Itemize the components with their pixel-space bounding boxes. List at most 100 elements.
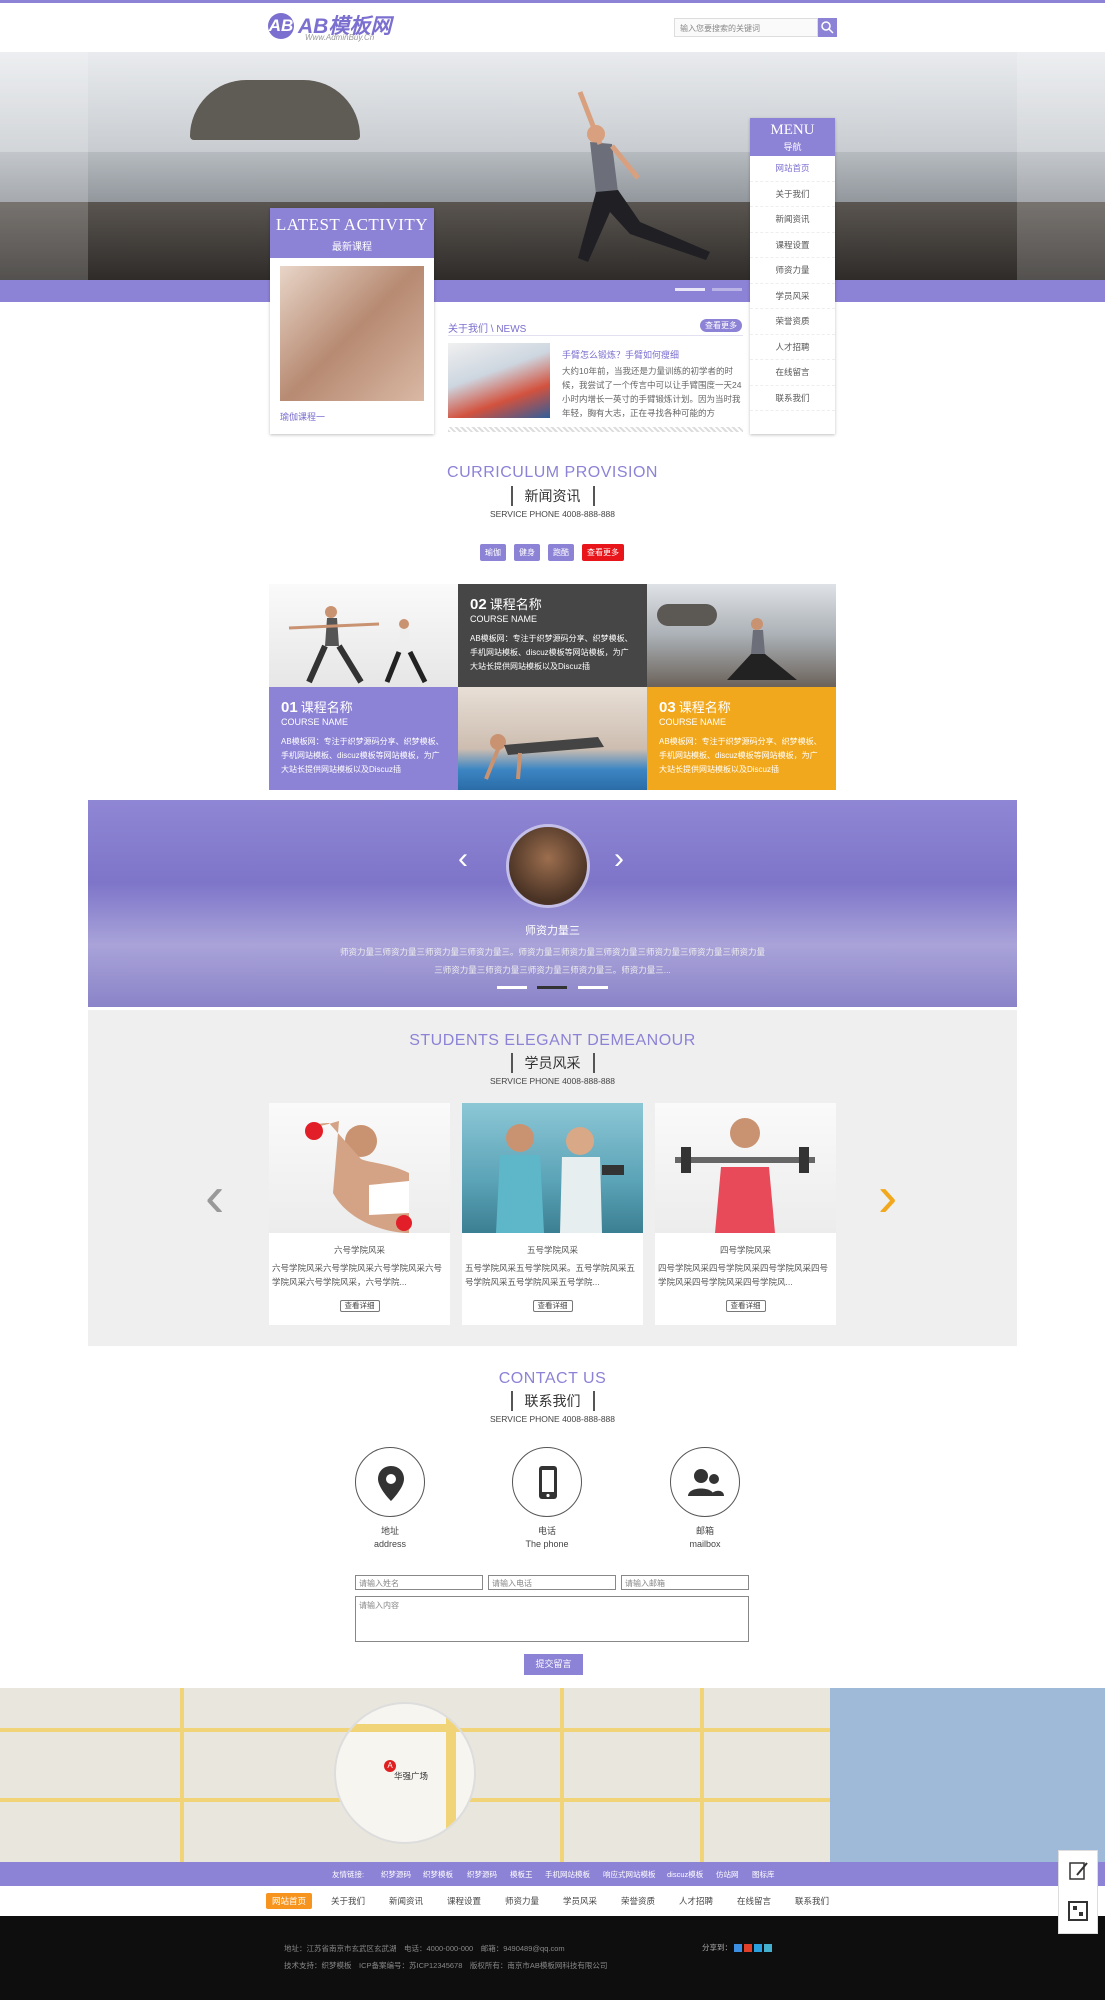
search-input[interactable]: 输入您要搜索的关键词 [674, 18, 818, 37]
tag-yoga[interactable]: 瑜伽 [480, 544, 506, 561]
footer-nav-home[interactable]: 网站首页 [266, 1893, 313, 1909]
friend-link[interactable]: 织梦源码 [467, 1869, 497, 1880]
friend-link[interactable]: 响应式网站模板 [603, 1869, 656, 1880]
latest-activity-panel: LATEST ACTIVITY 最新课程 瑜伽课程一 [270, 208, 434, 434]
friend-link[interactable]: 仿站网 [716, 1869, 739, 1880]
teacher-prev-arrow[interactable]: ‹ [458, 842, 468, 876]
friend-link[interactable]: 织梦源码 [381, 1869, 411, 1880]
students-title-cn: 学员风采 [0, 1053, 1105, 1073]
menu-item-honors[interactable]: 荣誉资质 [750, 309, 835, 335]
news-more-button[interactable]: 查看更多 [700, 319, 742, 332]
course-image-2[interactable] [458, 687, 647, 790]
tag-list: 瑜伽 健身 跑酷 查看更多 [480, 544, 632, 561]
news-headline[interactable]: 手臂怎么锻炼？手臂如何瘦细 [562, 348, 679, 361]
menu-item-students[interactable]: 学员风采 [750, 284, 835, 309]
share-icon[interactable] [754, 1944, 763, 1953]
latest-caption[interactable]: 瑜伽课程一 [280, 410, 325, 423]
news-image[interactable] [448, 343, 550, 418]
students-title-en: STUDENTS ELEGANT DEMEANOUR [409, 1032, 696, 1049]
contact-mail-label: 邮箱 mailbox [689, 1526, 721, 1549]
news-body: 大约10年前，当我还是力量训练的初学者的时候，我尝试了一个传言中可以让手臂围度一… [562, 366, 742, 418]
teacher-next-arrow[interactable]: › [614, 842, 624, 876]
teacher-description: 师资力量三师资力量三师资力量三师资力量三。师资力量三师资力量三师资力量三师资力量… [340, 947, 766, 975]
view-detail-button[interactable]: 查看详细 [339, 1300, 380, 1312]
friend-link[interactable]: 图标库 [752, 1869, 775, 1880]
slide-dot-1[interactable] [675, 288, 705, 291]
curriculum-title-en: CURRICULUM PROVISION [447, 464, 658, 481]
latest-title-en: LATEST ACTIVITY [275, 215, 429, 234]
footer-nav-about[interactable]: 关于我们 [325, 1893, 371, 1909]
course-card-2[interactable]: 02 课程名称 COURSE NAME AB模板网：专注于织梦源码分享、织梦模板… [458, 584, 647, 687]
menu-title-cn: 导航 [783, 142, 802, 152]
footer-nav-students[interactable]: 学员风采 [557, 1893, 603, 1909]
phone-input[interactable]: 请输入电话 [488, 1575, 616, 1590]
view-detail-button[interactable]: 查看详细 [532, 1300, 573, 1312]
footer-nav-message[interactable]: 在线留言 [731, 1893, 777, 1909]
share-icon[interactable] [744, 1944, 753, 1953]
students-prev-arrow[interactable]: ‹ [205, 1168, 224, 1226]
footer-nav-courses[interactable]: 课程设置 [441, 1893, 487, 1909]
student-card-4[interactable]: 四号学院风采 四号学院风采四号学院风采四号学院风采四号学院风采四号学院风采四号学… [655, 1103, 836, 1325]
latest-activity-image[interactable] [280, 266, 424, 401]
teacher-name: 师资力量三 [525, 925, 580, 937]
footer-nav-news[interactable]: 新闻资讯 [383, 1893, 429, 1909]
teacher-dot-2[interactable] [537, 986, 567, 989]
teacher-dot-1[interactable] [497, 986, 527, 989]
friend-link[interactable]: 手机网站模板 [545, 1869, 590, 1880]
submit-button[interactable]: 提交留言 [524, 1654, 583, 1675]
student-card-5[interactable]: 五号学院风采 五号学院风采五号学院风采。五号学院风采五号学院风采五号学院风采五号… [462, 1103, 643, 1325]
island-image [190, 80, 360, 140]
view-detail-button[interactable]: 查看详细 [725, 1300, 766, 1312]
slide-dot-2[interactable] [712, 288, 742, 291]
footer-nav [0, 1886, 1105, 1916]
hero-strip [0, 280, 1105, 302]
course-card-1[interactable]: 01 课程名称 COURSE NAME AB模板网：专注于织梦源码分享、织梦模板… [269, 687, 458, 790]
share-icon[interactable] [734, 1944, 743, 1953]
footer-nav-jobs[interactable]: 人才招聘 [673, 1893, 719, 1909]
friend-link[interactable]: discuz模板 [667, 1869, 703, 1880]
message-textarea[interactable]: 请输入内容 [355, 1596, 749, 1642]
footer-nav-contact[interactable]: 联系我们 [789, 1893, 835, 1909]
map-focus-circle[interactable]: A 华强广场 [334, 1702, 476, 1844]
tag-parkour[interactable]: 跑酷 [548, 544, 574, 561]
menu-item-courses[interactable]: 课程设置 [750, 233, 835, 258]
friend-link[interactable]: 模板王 [510, 1869, 533, 1880]
share-icon[interactable] [764, 1944, 773, 1953]
name-input[interactable]: 请输入姓名 [355, 1575, 483, 1590]
tag-more[interactable]: 查看更多 [582, 544, 624, 561]
footer-address: 地址：江苏省南京市玄武区玄武湖 电话：4000-000-000 邮箱：94904… [284, 1944, 565, 1953]
logo-icon[interactable]: AB [268, 13, 294, 39]
edit-icon[interactable] [1059, 1851, 1097, 1891]
email-input[interactable]: 请输入邮箱 [621, 1575, 749, 1590]
teacher-dot-3[interactable] [578, 986, 608, 989]
menu-item-about[interactable]: 关于我们 [750, 182, 835, 207]
student-image [462, 1103, 643, 1233]
curriculum-phone: SERVICE PHONE 4008-888-888 [489, 509, 616, 519]
teacher-avatar[interactable] [506, 824, 590, 908]
qrcode-icon[interactable] [1059, 1894, 1097, 1934]
contact-title-en: CONTACT US [498, 1370, 607, 1387]
menu-item-news[interactable]: 新闻资讯 [750, 207, 835, 233]
menu-item-home[interactable]: 网站首页 [750, 156, 835, 182]
menu-item-teachers[interactable]: 师资力量 [750, 258, 835, 284]
menu-item-message[interactable]: 在线留言 [750, 360, 835, 386]
top-header [0, 0, 1105, 52]
student-card-6[interactable]: 六号学院风采 六号学院风采六号学院风采六号学院风采六号学院风采六号学院风采，六号… [269, 1103, 450, 1325]
course-image-3[interactable] [647, 584, 836, 687]
search-button[interactable] [818, 18, 837, 37]
footer-nav-honors[interactable]: 荣誉资质 [615, 1893, 661, 1909]
students-phone: SERVICE PHONE 4008-888-888 [489, 1076, 616, 1086]
course-card-3[interactable]: 03 课程名称 COURSE NAME AB模板网：专注于织梦源码分享、织梦模板… [647, 687, 836, 790]
logo-subtitle: Www.AdminBuy.Cn [305, 33, 375, 42]
course-image-1[interactable] [269, 584, 458, 687]
contact-address-label: 地址 address [373, 1526, 407, 1549]
share-bar: 分享到： [702, 1942, 773, 1953]
menu-item-contact[interactable]: 联系我们 [750, 386, 835, 411]
tag-fitness[interactable]: 健身 [514, 544, 540, 561]
students-next-arrow[interactable]: › [878, 1168, 897, 1226]
map-area[interactable]: A 华强广场 [0, 1688, 1105, 1862]
menu-item-jobs[interactable]: 人才招聘 [750, 335, 835, 360]
friend-link[interactable]: 织梦模板 [423, 1869, 453, 1880]
footer-nav-teachers[interactable]: 师资力量 [499, 1893, 545, 1909]
contact-phone-label: 电话 The phone [525, 1526, 569, 1549]
